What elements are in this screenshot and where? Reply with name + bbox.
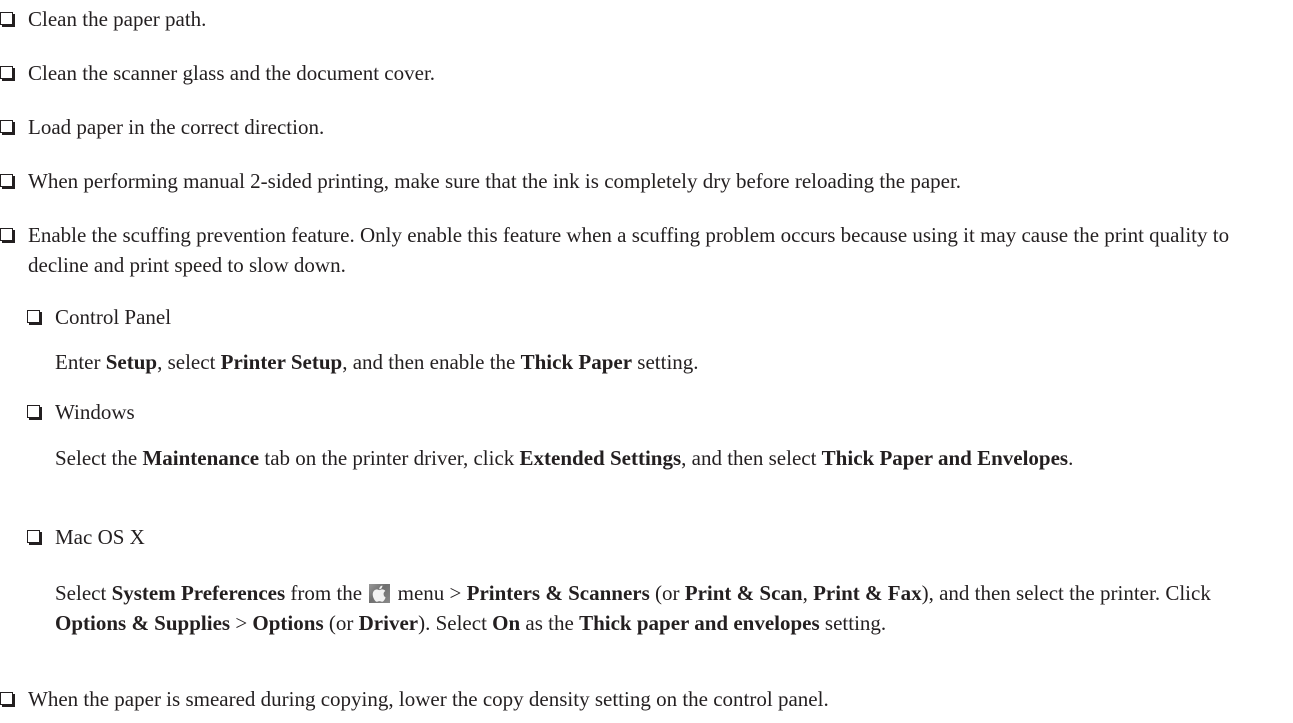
sub-item-windows: Windows	[27, 397, 1285, 427]
sub-item-control-panel: Control Panel	[27, 302, 1285, 332]
list-item-text: Clean the scanner glass and the document…	[28, 61, 436, 85]
list-item-text: When performing manual 2-sided printing,…	[28, 169, 962, 193]
list-item-text: When the paper is smeared during copying…	[28, 687, 829, 711]
checkbox-icon	[0, 692, 13, 705]
list-item-scuff-prevention: Enable the scuffing prevention feature. …	[0, 220, 1285, 280]
checkbox-icon	[27, 310, 40, 323]
checkbox-icon	[0, 174, 13, 187]
checkbox-icon	[27, 530, 40, 543]
checkbox-icon	[0, 66, 13, 79]
list-item-clean-paper-path: Clean the paper path.	[0, 4, 1285, 34]
sub-item-mac: Mac OS X	[27, 522, 1285, 552]
checkbox-icon	[0, 120, 13, 133]
sub-item-heading: Windows	[55, 400, 135, 424]
list-item-text: Load paper in the correct direction.	[28, 115, 325, 139]
windows-instructions: Select the Maintenance tab on the printe…	[55, 446, 1074, 470]
list-item-load-paper: Load paper in the correct direction.	[0, 112, 1285, 142]
list-item-text: Clean the paper path.	[28, 7, 207, 31]
apple-menu-icon	[369, 584, 391, 603]
control-panel-instructions: Enter Setup, select Printer Setup, and t…	[55, 350, 699, 374]
sub-item-heading: Mac OS X	[55, 525, 145, 549]
list-item-copy-density: When the paper is smeared during copying…	[0, 684, 1285, 714]
checkbox-icon	[0, 228, 13, 241]
checkbox-icon	[0, 12, 13, 25]
list-item-text: Enable the scuffing prevention feature. …	[28, 223, 1230, 277]
checkbox-icon	[27, 405, 40, 418]
mac-instructions: Select System Preferences from the menu …	[55, 581, 1211, 635]
list-item-manual-duplex: When performing manual 2-sided printing,…	[0, 166, 1285, 196]
sub-item-heading: Control Panel	[55, 305, 172, 329]
list-item-clean-scanner: Clean the scanner glass and the document…	[0, 58, 1285, 88]
